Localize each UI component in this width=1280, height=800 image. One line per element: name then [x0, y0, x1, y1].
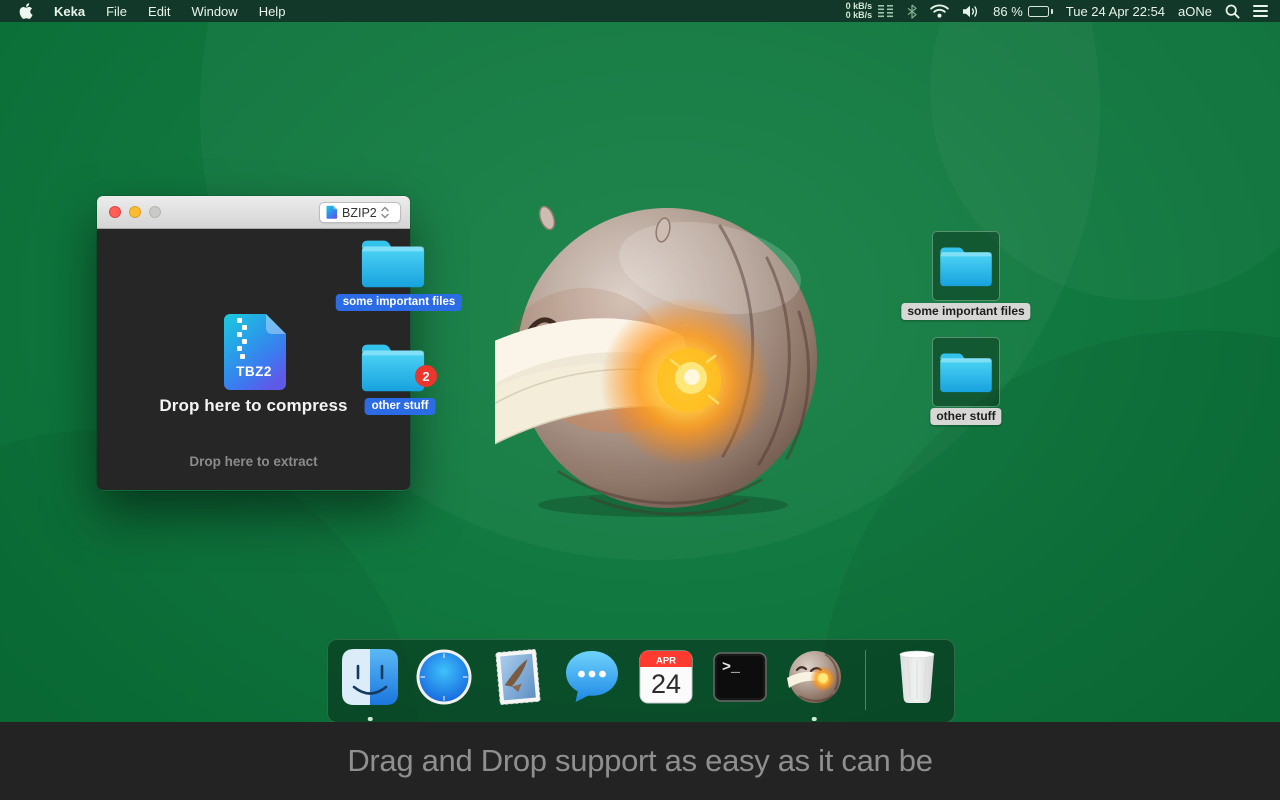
battery-nub — [1050, 8, 1053, 14]
compress-hint: Drop here to compress — [159, 396, 348, 415]
menu-help[interactable]: Help — [259, 4, 286, 19]
spotlight-search-icon[interactable] — [1225, 4, 1240, 19]
messages-icon — [566, 651, 618, 702]
folder-icon — [940, 353, 992, 393]
zoom-button-disabled — [149, 206, 161, 218]
folder-icon — [940, 247, 992, 287]
extract-drop-zone[interactable]: Drop here to extract — [97, 434, 410, 490]
window-titlebar[interactable]: BZIP2 — [97, 196, 410, 229]
svg-text:TBZ2: TBZ2 — [236, 364, 272, 379]
menu-clock[interactable]: Tue 24 Apr 22:54 — [1066, 4, 1165, 19]
extract-hint: Drop here to extract — [189, 454, 318, 469]
traffic-lights — [109, 206, 161, 218]
chevron-updown-icon — [381, 206, 389, 219]
calendar-icon: APR 24 — [639, 650, 693, 704]
safari-icon — [416, 649, 472, 705]
tbz2-file-icon: TBZ2 — [224, 314, 286, 390]
dock-item-calendar[interactable]: APR 24 — [637, 648, 695, 706]
dock: APR 24 >_ — [327, 639, 955, 723]
apple-menu-icon[interactable] — [19, 3, 33, 19]
volume-icon[interactable] — [962, 5, 980, 18]
format-value: BZIP2 — [342, 205, 377, 220]
dragged-folder-some-important-files[interactable] — [358, 234, 428, 292]
format-dropdown[interactable]: BZIP2 — [319, 202, 401, 223]
minimize-button[interactable] — [129, 206, 141, 218]
trash-icon — [899, 650, 935, 703]
desktop-folder-other-stuff[interactable] — [932, 337, 1000, 407]
desktop-folder-label[interactable]: some important files — [901, 303, 1031, 320]
mail-icon — [495, 649, 541, 705]
dock-item-messages[interactable] — [563, 648, 621, 706]
dock-item-mail[interactable] — [489, 648, 547, 706]
caption-bar: Drag and Drop support as easy as it can … — [0, 722, 1280, 800]
dock-item-safari[interactable] — [415, 648, 473, 706]
menu-window[interactable]: Window — [191, 4, 237, 19]
menu-app-name[interactable]: Keka — [54, 4, 85, 19]
document-icon — [326, 205, 338, 219]
caption-text: Drag and Drop support as easy as it can … — [347, 743, 933, 778]
screen: Keka File Edit Window Help 0 kB/s 0 kB/s — [0, 0, 1280, 800]
net-down-speed: 0 kB/s — [845, 10, 873, 20]
keka-app-icon — [787, 651, 841, 703]
keka-mascot-illustration — [495, 205, 817, 517]
dock-item-terminal[interactable]: >_ — [711, 648, 769, 706]
dock-divider — [865, 650, 866, 710]
close-button[interactable] — [109, 206, 121, 218]
dock-item-finder[interactable] — [341, 648, 399, 721]
battery-percent: 86 % — [993, 3, 1023, 19]
network-bars-icon — [878, 5, 894, 18]
network-throughput-widget[interactable]: 0 kB/s 0 kB/s — [845, 1, 895, 21]
svg-text:APR: APR — [656, 656, 676, 667]
dock-item-trash[interactable] — [888, 648, 946, 706]
wifi-icon[interactable] — [930, 4, 949, 18]
menu-file[interactable]: File — [106, 4, 127, 19]
svg-text:24: 24 — [651, 669, 681, 699]
dragged-folder-label: other stuff — [364, 398, 436, 415]
terminal-icon: >_ — [713, 652, 767, 702]
dock-item-keka[interactable] — [785, 648, 843, 721]
bluetooth-icon[interactable] — [907, 4, 917, 19]
finder-icon — [342, 649, 398, 705]
desktop-folder-label[interactable]: other stuff — [930, 408, 1002, 425]
battery-icon — [1027, 5, 1049, 17]
running-indicator — [367, 716, 373, 721]
svg-text:>_: >_ — [722, 659, 741, 676]
notification-center-icon[interactable] — [1253, 5, 1268, 17]
menu-bar: Keka File Edit Window Help 0 kB/s 0 kB/s — [0, 0, 1280, 22]
item-count-badge: 2 — [415, 365, 437, 387]
battery-widget[interactable]: 86 % — [993, 4, 1053, 19]
dragged-folder-label: some important files — [335, 294, 463, 311]
desktop-folder-some-important-files[interactable] — [932, 231, 1000, 301]
menu-edit[interactable]: Edit — [148, 4, 170, 19]
menu-account[interactable]: aONe — [1178, 4, 1212, 19]
running-indicator — [811, 716, 817, 721]
